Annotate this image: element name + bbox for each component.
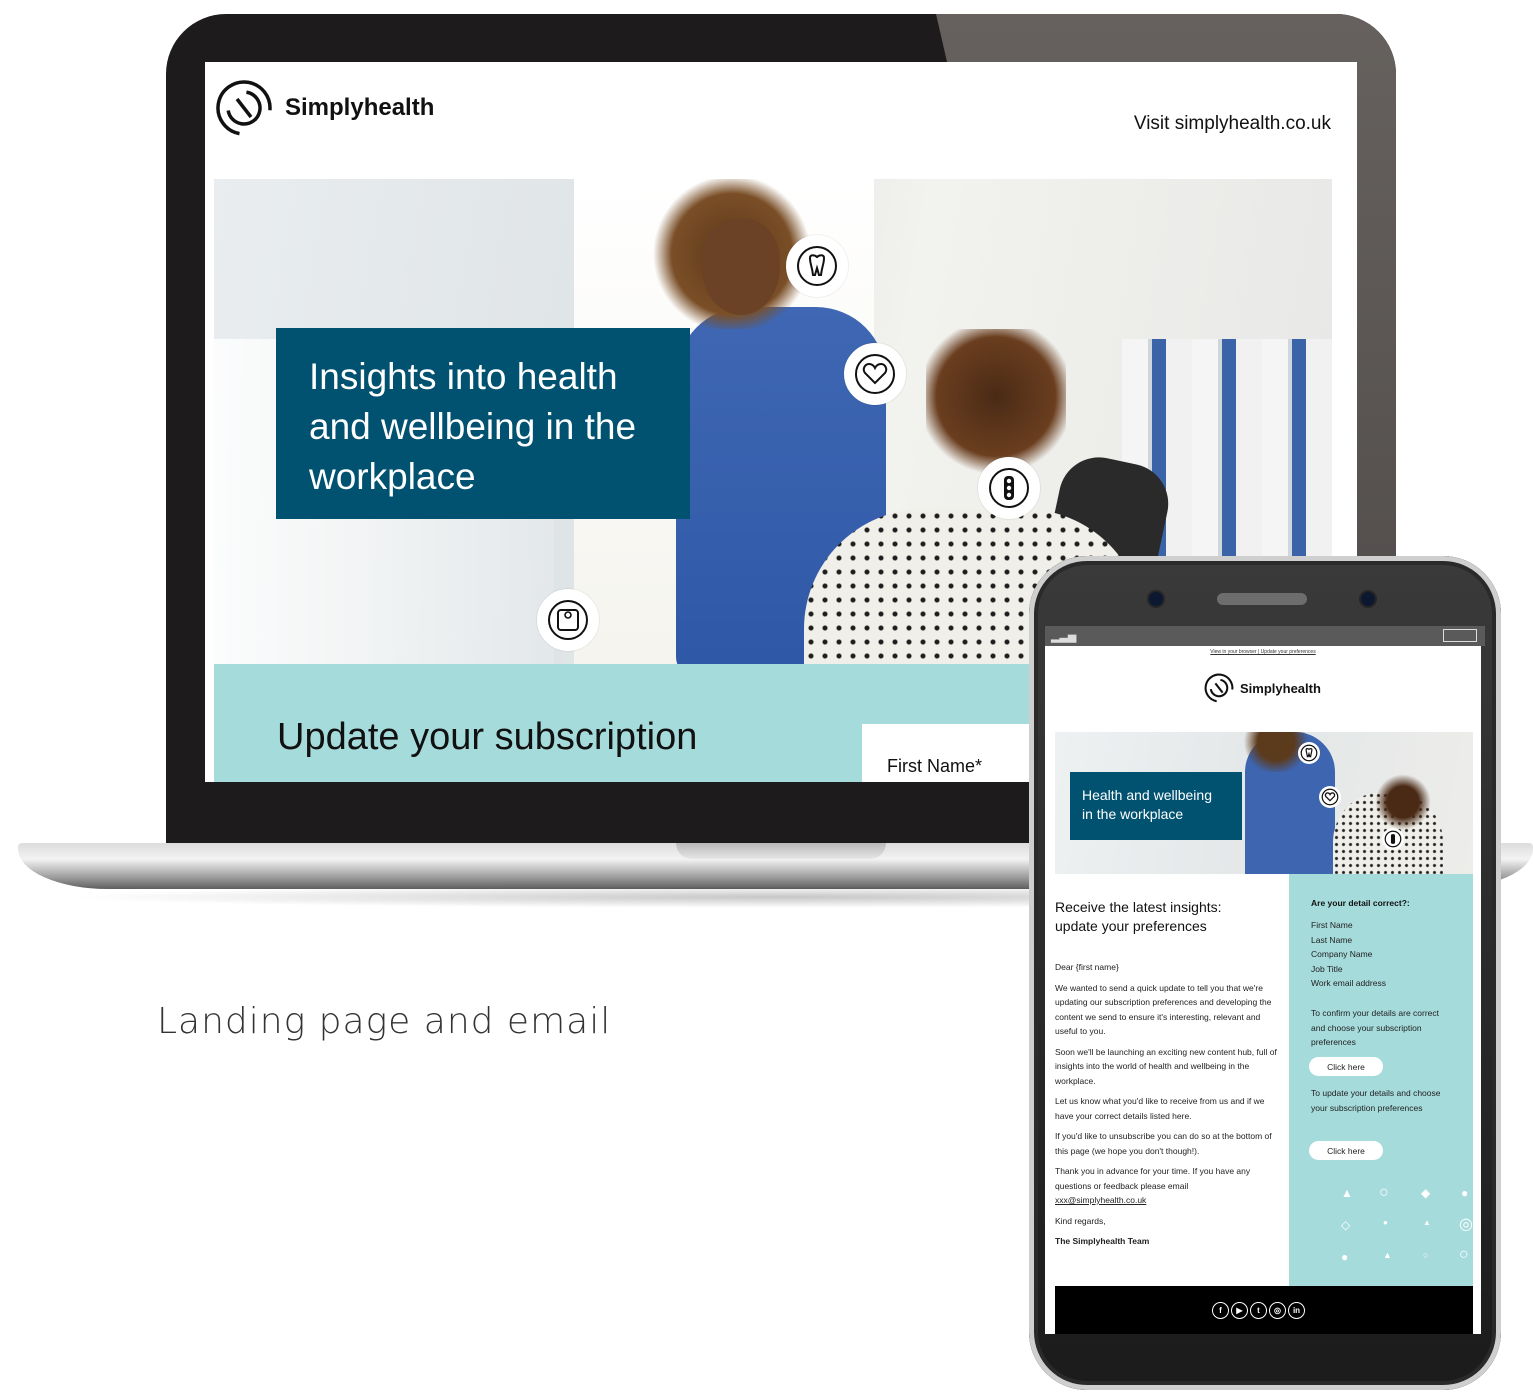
heart-icon [844,343,906,405]
email-hero-person-seated-hair [1375,774,1431,830]
email-sidebar: Are your detail correct?: First Name Las… [1289,874,1473,1286]
email-hero-title-line: Health and wellbeing [1082,787,1212,803]
email-greeting: Dear {first name} [1055,962,1119,972]
sidebar-field: Job Title [1311,963,1343,974]
simplyhealth-logo-icon [216,80,272,136]
sidebar-field: First Name [1311,920,1353,930]
diamond-decoration-icon: ◆ [1421,1186,1431,1200]
email-heading-line: update your preferences [1055,918,1207,934]
ring-decoration-icon: ○ [1423,1250,1429,1260]
triangle-decoration-icon: ▲ [1383,1250,1392,1260]
battery-icon [1443,629,1477,642]
signal-icon: ▂▃▅ [1051,631,1077,643]
email-body: Receive the latest insights: update your… [1055,874,1279,1286]
hero-title-line: workplace [309,456,476,497]
traffic-light-icon [1382,828,1404,850]
email-paragraph: Thank you in advance for your time. If y… [1055,1166,1251,1191]
email-sign-off: Kind regards, [1055,1215,1106,1226]
email-heading: Receive the latest insights: update your… [1055,898,1222,936]
hero-title-line: Insights into health [309,356,618,397]
hero-title-box: Insights into health and wellbeing in th… [276,328,690,519]
email-paragraph: If you'd like to unsubscribe you can do … [1055,1131,1272,1156]
simplyhealth-logo-icon [1204,673,1234,703]
email-heading-line: Receive the latest insights: [1055,899,1222,915]
social-links: f ▶ t ◎ in [1212,1302,1305,1319]
update-text: To update your details and choose your s… [1311,1088,1441,1113]
tooth-icon [786,235,848,297]
ring-decoration-icon: ○ [1379,1184,1389,1201]
confirm-click-here-button[interactable]: Click here [1309,1057,1383,1076]
landing-logo[interactable]: Simplyhealth [213,77,434,139]
email-hero-title-box: Health and wellbeing in the workplace [1070,772,1242,840]
first-name-label: First Name* [887,756,983,776]
subscription-title: Update your subscription [277,716,698,758]
scales-icon [537,589,599,651]
email-paragraph: Soon we'll be launching an exciting new … [1055,1046,1277,1086]
traffic-light-icon [978,457,1040,519]
confirm-text: To confirm your details are correct and … [1311,1008,1440,1047]
hero-person-standing-face [702,219,780,315]
email-footer: f ▶ t ◎ in [1055,1286,1473,1334]
sidebar-field: Last Name [1311,934,1353,945]
phone: ▂▃▅ View in your browser | Update your p… [1029,556,1501,1390]
tooth-icon [1298,742,1320,764]
diamond-outline-decoration-icon: ◇ [1341,1218,1351,1232]
ring-decoration-icon: ◎ [1459,1216,1473,1233]
phone-sensor [1361,592,1375,606]
hero-title-line: and wellbeing in the [309,406,637,447]
email-paragraph: Let us know what you'd like to receive f… [1055,1096,1265,1121]
hero-person-seated-hair [926,329,1066,479]
email-signature: The Simplyhealth Team [1055,1236,1150,1246]
dot-decoration-icon: ● [1461,1186,1469,1200]
email-address-link[interactable]: xxx@simplyhealth.co.uk [1055,1193,1277,1208]
email-brand-name: Simplyhealth [1240,680,1321,696]
triangle-decoration-icon: ▲ [1423,1218,1431,1227]
brand-name: Simplyhealth [285,94,435,121]
phone-camera [1149,592,1163,606]
email-body-text: Dear {first name} We wanted to send a qu… [1055,960,1277,1255]
email-top-links[interactable]: View in your browser | Update your prefe… [1153,649,1373,655]
sidebar-fields: First Name Last Name Company Name Job Ti… [1311,918,1386,991]
visit-website-link[interactable]: Visit simplyhealth.co.uk [1134,113,1331,135]
email-screen: View in your browser | Update your prefe… [1045,646,1481,1334]
sidebar-field: Work email address [1311,978,1386,988]
youtube-icon[interactable]: ▶ [1231,1302,1248,1319]
email-logo: Simplyhealth [1203,672,1321,704]
phone-speaker [1217,593,1307,605]
heart-icon [1319,786,1341,808]
twitter-icon[interactable]: t [1250,1302,1267,1319]
phone-status-bar: ▂▃▅ [1045,626,1485,646]
update-click-here-button[interactable]: Click here [1309,1141,1383,1160]
ring-decoration-icon: ○ [1459,1246,1469,1263]
triangle-decoration-icon: ▲ [1341,1186,1353,1200]
email-hero-title-line: in the workplace [1082,806,1184,822]
email-hero-image: Health and wellbeing in the workplace [1055,732,1473,874]
sidebar-title: Are your detail correct?: [1311,898,1410,908]
sidebar-field: Company Name [1311,949,1373,959]
email-paragraph: We wanted to send a quick update to tell… [1055,982,1272,1037]
linkedin-icon[interactable]: in [1288,1302,1305,1319]
dot-decoration-icon: ● [1383,1218,1388,1227]
caption: Landing page and email [157,1001,612,1042]
facebook-icon[interactable]: f [1212,1302,1229,1319]
laptop-notch [676,843,886,859]
dot-decoration-icon: ● [1341,1250,1349,1264]
instagram-icon[interactable]: ◎ [1269,1302,1286,1319]
